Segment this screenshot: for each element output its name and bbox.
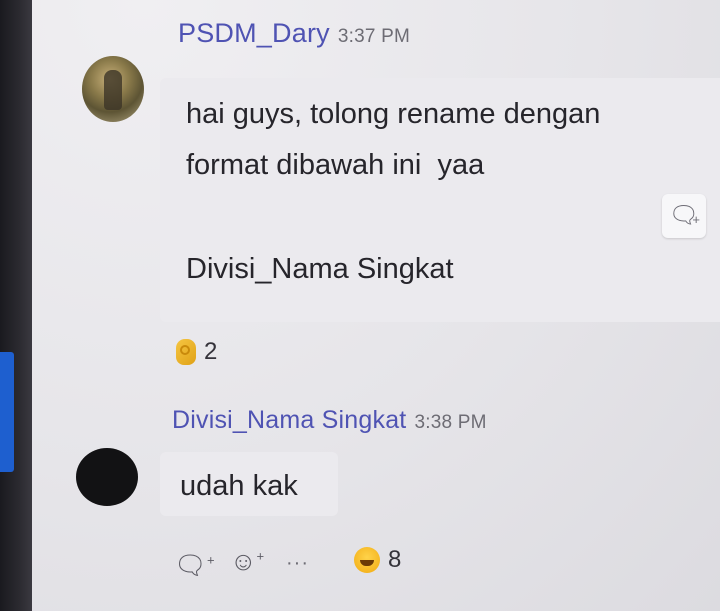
- sender-name[interactable]: Divisi_Nama Singkat: [172, 406, 406, 434]
- add-reaction-icon[interactable]: ☺︎+: [230, 548, 264, 574]
- reaction-chip[interactable]: 2: [176, 338, 217, 366]
- message-line: Divisi_Nama Singkat: [186, 253, 454, 285]
- message-sender-line: PSDM_Dary 3:37 PM: [178, 18, 410, 49]
- ok-hand-icon: [176, 339, 196, 365]
- message-sender-line: Divisi_Nama Singkat 3:38 PM: [172, 406, 487, 435]
- avatar[interactable]: [76, 448, 138, 506]
- avatar[interactable]: [82, 56, 144, 122]
- avatar-photo: [104, 70, 122, 110]
- message-line: format dibawah ini yaa: [186, 149, 485, 181]
- left-panel-edge: [0, 0, 32, 611]
- side-reply-button[interactable]: 🗨︎ +: [662, 194, 706, 238]
- active-tab-indicator: [0, 352, 14, 472]
- message-line: hai guys, tolong rename dengan: [186, 98, 601, 130]
- laughing-emoji-icon: [354, 547, 380, 573]
- reaction-count: 8: [388, 546, 402, 573]
- message-line: udah kak: [180, 470, 298, 502]
- reaction-chip[interactable]: 8: [354, 546, 401, 574]
- message-time: 3:37 PM: [337, 26, 411, 47]
- message-time: 3:38 PM: [414, 412, 487, 433]
- sender-name[interactable]: PSDM_Dary: [178, 18, 330, 48]
- reaction-count: 2: [204, 338, 218, 365]
- more-options-icon[interactable]: ···: [286, 552, 309, 575]
- chat-thread: PSDM_Dary 3:37 PM hai guys, tolong rename…: [32, 0, 720, 611]
- reply-icon[interactable]: 🗨︎+: [174, 552, 215, 578]
